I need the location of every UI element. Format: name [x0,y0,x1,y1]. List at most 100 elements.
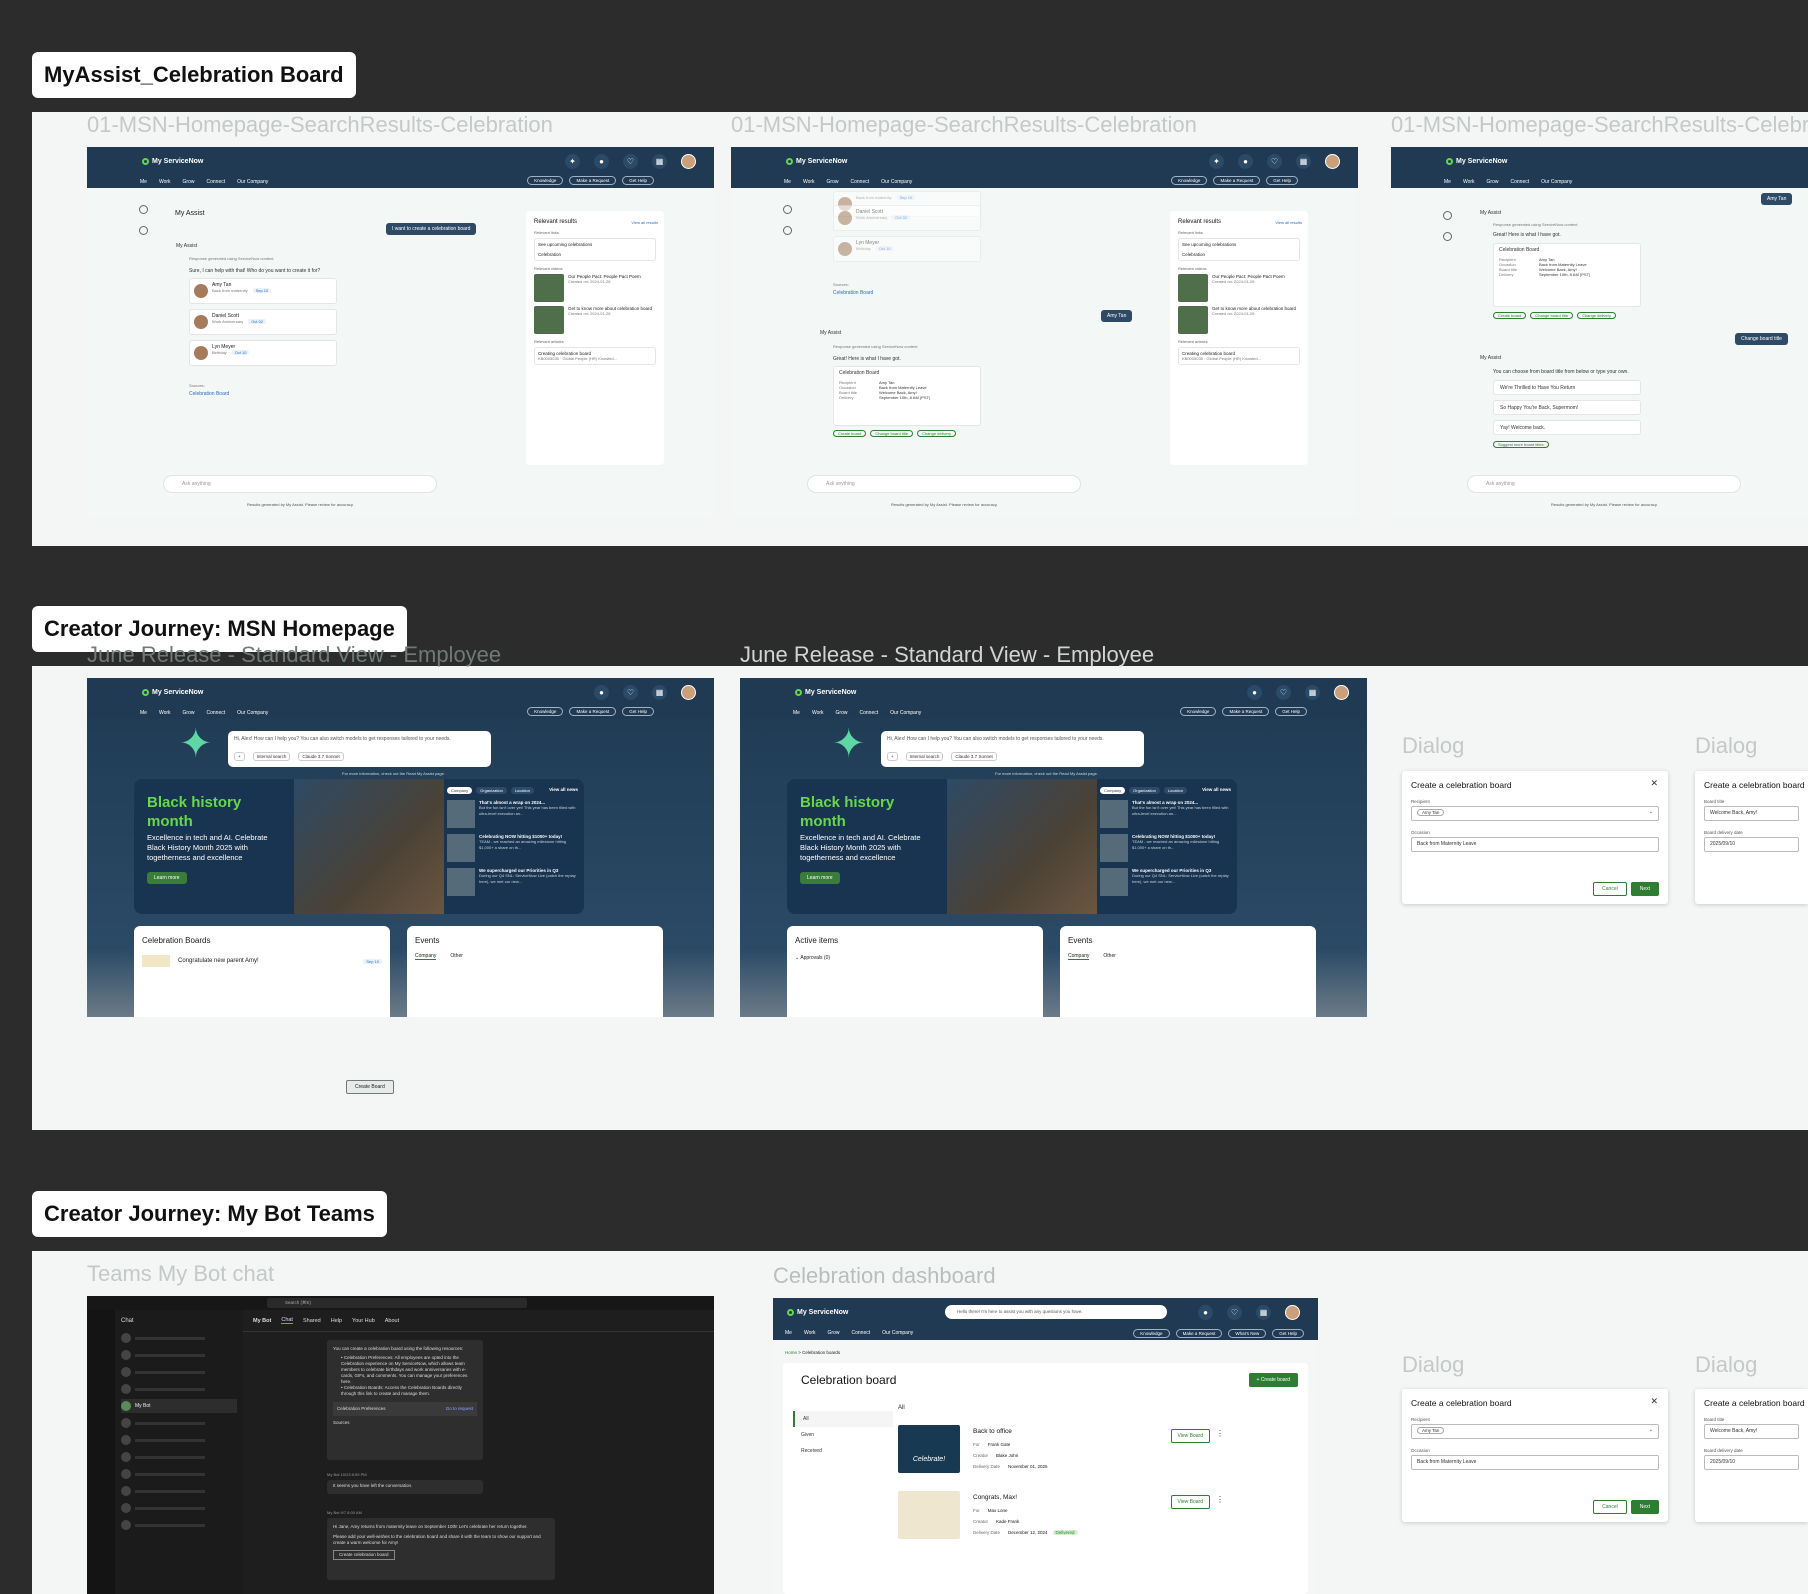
tab-other[interactable]: Other [450,953,463,960]
knowledge-button[interactable]: Knowledge [1133,1329,1170,1338]
news-item[interactable]: We supercharged our Priorities in Q3 Duri… [447,868,576,896]
person-card[interactable]: Amy Tan Back from maternity Sep 10 [189,278,337,304]
tab-location[interactable]: Location [510,787,534,794]
person-card[interactable]: Daniel Scott Work Anniversary Oct 02 [833,205,981,231]
get-help-button[interactable]: Get Help [622,176,654,185]
list-item[interactable] [121,1467,237,1481]
more-options-icon[interactable]: ⋮ [1216,1495,1224,1504]
list-item[interactable] [121,1348,237,1362]
recipient-select[interactable]: Amy Tan ⌄ [1411,1424,1659,1439]
create-board-button[interactable]: + Create board [1248,1373,1298,1387]
nav-work[interactable]: Work [812,710,824,716]
tab-chat[interactable]: Chat [281,1317,293,1324]
apps-icon[interactable]: ▦ [1296,154,1311,169]
ask-input[interactable]: Ask anything [163,475,437,493]
create-board-chip[interactable]: Create board [1493,312,1527,319]
nav-connect[interactable]: Connect [851,1330,870,1336]
news-item[interactable]: That's almost a wrap on 2024... But the f… [447,800,576,828]
view-all-news-link[interactable]: View all news [549,787,578,792]
nav-me[interactable]: Me [140,179,147,185]
notification-icon[interactable]: ● [594,154,609,169]
video-item[interactable]: Get to know more about celebration board… [534,306,656,334]
suggest-more-chip[interactable]: Suggest more board titles [1493,441,1549,448]
assist-icon[interactable]: ✦ [1209,154,1224,169]
internal-search-toggle[interactable]: Internal search [252,752,291,761]
list-item[interactable] [121,1501,237,1515]
nav-me[interactable]: Me [140,710,147,716]
filter-all[interactable]: All [793,1411,893,1427]
occasion-input[interactable]: Back from Maternity Leave [1411,837,1659,852]
list-item[interactable] [121,1331,237,1345]
make-request-button[interactable]: Make a Request [1175,1329,1223,1338]
make-request-button[interactable]: Make a Request [569,176,617,185]
ask-input[interactable]: Ask anything [1467,475,1741,493]
nav-our-company[interactable]: Our Company [890,710,921,716]
knowledge-button[interactable]: Knowledge [1171,176,1208,185]
avatar[interactable] [1334,685,1349,700]
heart-icon[interactable]: ♡ [623,154,638,169]
next-button[interactable]: Next [1630,882,1659,896]
apps-icon[interactable]: ▦ [652,685,667,700]
make-request-button[interactable]: Make a Request [569,707,617,716]
plus-icon[interactable]: + [234,752,245,761]
change-delivery-chip[interactable]: Change delivery [1577,312,1616,319]
list-item[interactable] [121,1518,237,1532]
person-card[interactable]: Daniel Scott Work Anniversary Oct 02 [189,309,337,335]
tab-location[interactable]: Location [1163,787,1187,794]
avatar[interactable] [681,685,696,700]
delivery-date-input[interactable]: 2025/09/10 [1704,837,1799,852]
video-item[interactable]: Get to know more about celebration board… [1178,306,1300,334]
model-selector[interactable]: Claude 3.7 Sonnet [298,752,344,761]
tab-company[interactable]: Company [447,787,473,794]
change-title-chip[interactable]: Change board title [870,430,914,437]
history-icon[interactable] [139,226,148,235]
nav-our-company[interactable]: Our Company [881,179,912,185]
heart-icon[interactable]: ♡ [1276,685,1291,700]
dash-search-input[interactable]: Hello there! I'm here to assist you with… [945,1305,1167,1319]
list-item[interactable] [121,1382,237,1396]
plus-icon[interactable]: + [887,752,898,761]
filter-given[interactable]: Given [793,1427,893,1443]
change-title-chip[interactable]: Change board title [1530,312,1574,319]
get-help-button[interactable]: Get Help [1275,707,1307,716]
video-item[interactable]: Our People Pact: People Pact Poem Created… [1178,274,1300,302]
heart-icon[interactable]: ♡ [623,685,638,700]
brand-logo[interactable]: My ServiceNow [787,1308,848,1316]
tab-your-hub[interactable]: Your Hub [352,1318,375,1324]
add-icon[interactable] [1443,211,1452,220]
nav-work[interactable]: Work [803,179,815,185]
nav-our-company[interactable]: Our Company [237,179,268,185]
assist-icon[interactable]: ✦ [565,154,580,169]
nav-our-company[interactable]: Our Company [237,710,268,716]
avatar[interactable] [1325,154,1340,169]
add-icon[interactable] [139,205,148,214]
recipient-select[interactable]: Amy Tan ⌄ [1411,806,1659,821]
teams-search-input[interactable]: Search (⌘E) [267,1298,527,1308]
create-board-chip[interactable]: Create board [833,430,867,437]
more-options-icon[interactable]: ⋮ [1216,1429,1224,1438]
delivery-date-input[interactable]: 2025/09/10 [1704,1455,1799,1470]
history-icon[interactable] [1443,232,1452,241]
apps-icon[interactable]: ▦ [1305,685,1320,700]
knowledge-button[interactable]: Knowledge [527,176,564,185]
person-card[interactable]: Lyn Meyer Birthday Oct 10 [189,340,337,366]
board-title-input[interactable]: Welcome Back, Amy! [1704,806,1799,821]
news-item[interactable]: We supercharged our Priorities in Q3 Duri… [1100,868,1229,896]
nav-grow[interactable]: Grow [1487,179,1499,185]
breadcrumb-home[interactable]: Home [785,1350,797,1355]
tab-help[interactable]: Help [331,1318,342,1324]
nav-connect[interactable]: Connect [1510,179,1529,185]
sources-toggle[interactable]: Sources [333,1420,477,1426]
avatar[interactable] [681,154,696,169]
home-search-box[interactable]: Hi, Alex! How can I help you? You can al… [228,731,491,767]
cancel-button[interactable]: Cancel [1593,1500,1627,1514]
avatar[interactable] [1285,1305,1300,1320]
brand-logo[interactable]: My ServiceNow [786,158,847,165]
nav-our-company[interactable]: Our Company [882,1330,913,1336]
tab-company[interactable]: Company [415,953,437,960]
nav-me[interactable]: Me [784,179,791,185]
nav-grow[interactable]: Grow [828,1330,840,1336]
notification-icon[interactable]: ● [1238,154,1253,169]
tab-company[interactable]: Company [1068,953,1090,960]
news-item[interactable]: Celebrating NOW hitting $1000+ today! TEA… [447,834,576,862]
